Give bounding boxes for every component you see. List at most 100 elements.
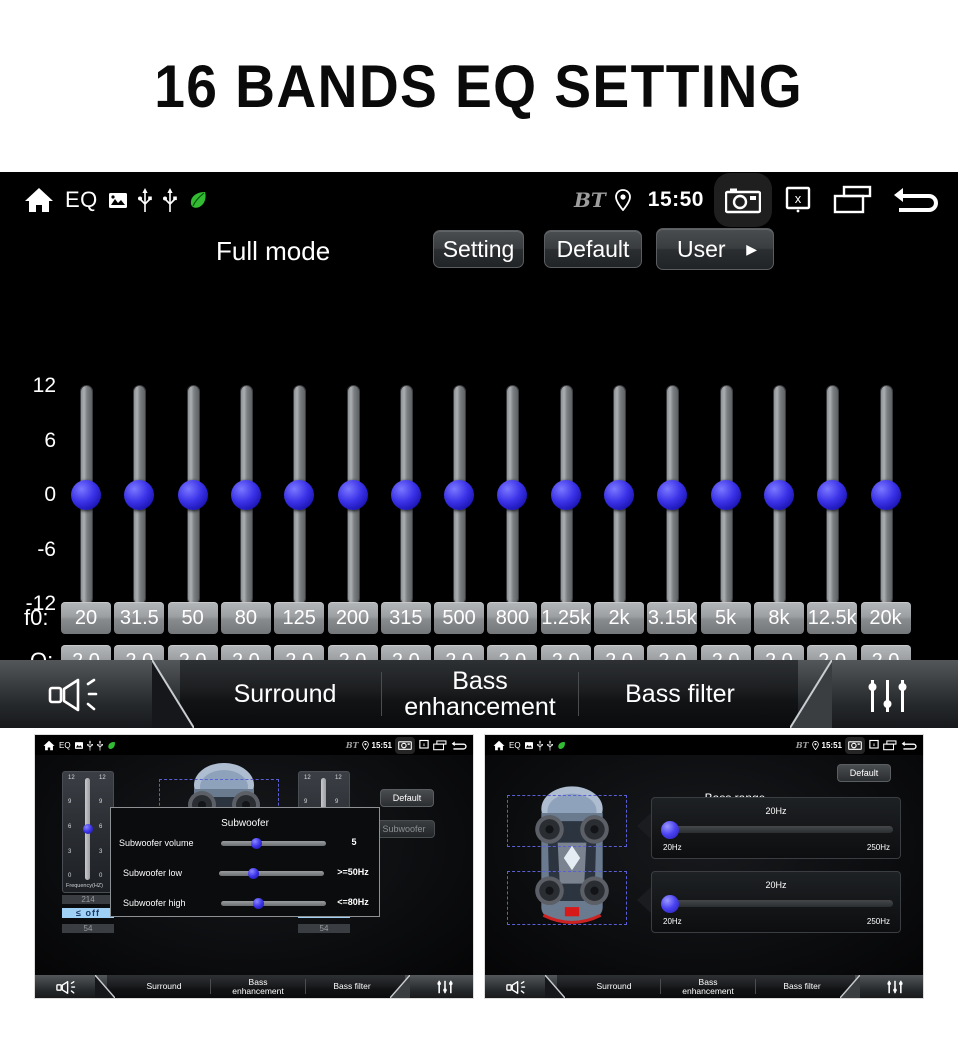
thumb-tab-divider <box>660 979 661 994</box>
equalizer-icon[interactable] <box>885 980 905 998</box>
f0-row-label: f0: <box>24 605 49 630</box>
thumb-body: 12 9 6 3 0 12 9 6 3 0 Frequency(HZ) 214 … <box>35 755 473 977</box>
dialog-row-track[interactable] <box>221 901 326 906</box>
screen-off-icon[interactable]: x <box>772 174 824 226</box>
slider-1-max-label: 250Hz <box>866 843 890 852</box>
f0-cell[interactable]: 8k <box>753 602 804 634</box>
speaker-icon[interactable] <box>55 981 81 998</box>
f0-cell[interactable]: 50 <box>167 602 218 634</box>
equalizer-icon[interactable] <box>435 980 455 998</box>
setting-button[interactable]: Setting <box>433 230 524 268</box>
slider-2-track[interactable] <box>663 900 893 907</box>
gauge-right-tick: 9 <box>335 799 339 805</box>
f0-cell[interactable]: 2k <box>594 602 644 634</box>
band-slider-knob[interactable] <box>657 480 688 510</box>
thumb-tab-bass-enhancement[interactable]: Bass enhancement <box>662 975 754 998</box>
y-axis-label: 0 <box>44 483 56 506</box>
bass-range-slider-2: 20Hz 20Hz 250Hz <box>651 871 901 933</box>
gauge-knob[interactable] <box>82 824 93 834</box>
back-icon[interactable] <box>882 174 952 226</box>
dialog-row-knob[interactable] <box>253 898 264 909</box>
f0-cell[interactable]: 125 <box>274 602 325 634</box>
thumb-tab-surround[interactable]: Surround <box>569 975 659 998</box>
band-slider-knob[interactable] <box>71 480 101 510</box>
bluetooth-label: BT <box>795 740 809 750</box>
f0-cell[interactable]: 12.5k <box>807 602 858 634</box>
band-slider-knob[interactable] <box>390 480 421 510</box>
leaf-icon[interactable] <box>188 190 208 210</box>
speaker-icon[interactable] <box>48 678 110 717</box>
camera-icon <box>395 736 415 754</box>
band-slider-knob[interactable] <box>337 480 368 510</box>
thumbnail-subwoofer[interactable]: EQ BT 15:51 x 12 9 6 3 0 12 9 6 3 0 Freq… <box>34 734 474 999</box>
thumb-tab-slope-right <box>390 975 410 998</box>
thumb-tab-bass-filter[interactable]: Bass filter <box>307 975 397 998</box>
f0-cell[interactable]: 80 <box>220 602 271 634</box>
dialog-row-track[interactable] <box>219 871 324 876</box>
location-pin-icon <box>361 740 369 750</box>
tab-bass-filter[interactable]: Bass filter <box>582 660 778 728</box>
dialog-row-knob[interactable] <box>251 838 262 849</box>
band-slider-knob[interactable] <box>497 480 528 510</box>
screen-off-icon: x <box>418 739 430 751</box>
band-slider-knob[interactable] <box>177 480 208 510</box>
band-slider-knob[interactable] <box>817 480 848 510</box>
thumb-default-button[interactable]: Default <box>380 789 434 807</box>
band-slider-knob[interactable] <box>124 480 155 510</box>
dialog-row-knob[interactable] <box>248 868 259 879</box>
slider-1-track[interactable] <box>663 826 893 833</box>
main-tab-bar: Surround Bass enhancement Bass filter <box>0 660 958 728</box>
slider-2-knob[interactable] <box>661 895 679 913</box>
home-icon[interactable] <box>24 186 54 214</box>
band-slider-knob[interactable] <box>763 480 794 510</box>
gauge-left-state[interactable]: ≤ off <box>62 908 114 918</box>
leaf-icon <box>107 741 116 750</box>
tab-surround[interactable]: Surround <box>190 660 380 728</box>
f0-cell[interactable]: 20 <box>61 602 111 634</box>
dialog-row-label: Subwoofer low <box>123 868 183 878</box>
thumb-tab-bass-enhancement[interactable]: Bass enhancement <box>212 975 304 998</box>
band-slider-knob[interactable] <box>870 480 901 510</box>
gauge-right-tick: 12 <box>335 775 342 781</box>
usb-icon[interactable] <box>137 188 152 212</box>
band-slider-knob[interactable] <box>444 480 475 510</box>
picture-icon[interactable] <box>108 192 127 208</box>
slider-1-current-value: 20Hz <box>765 806 787 816</box>
gauge-left[interactable]: 12 9 6 3 0 12 9 6 3 0 Frequency(HZ) <box>62 771 114 893</box>
user-button[interactable]: User ▶ <box>656 228 774 270</box>
band-slider-knob[interactable] <box>710 480 741 510</box>
tab-bass-enhancement[interactable]: Bass enhancement <box>385 660 575 728</box>
f0-cell[interactable]: 500 <box>434 602 485 634</box>
location-pin-icon[interactable] <box>606 174 640 226</box>
default-button[interactable]: Default <box>544 230 642 268</box>
bass-range-slider-1: 20Hz 20Hz 250Hz <box>651 797 901 859</box>
band-slider-knob[interactable] <box>284 480 315 510</box>
f0-cell[interactable]: 315 <box>380 602 431 634</box>
gauge-right-tick: 0 <box>99 873 103 879</box>
camera-icon[interactable] <box>714 173 772 227</box>
recent-apps-icon[interactable] <box>824 174 882 226</box>
usb-icon[interactable] <box>162 188 177 212</box>
equalizer-icon[interactable] <box>864 678 912 719</box>
thumb-default-button[interactable]: Default <box>837 764 891 782</box>
thumb-tab-surround[interactable]: Surround <box>119 975 209 998</box>
gauge-frequency-label: Frequency(HZ) <box>66 883 103 889</box>
f0-cell[interactable]: 200 <box>327 602 378 634</box>
slider-1-knob[interactable] <box>661 821 679 839</box>
gauge-right-tick: 9 <box>99 799 103 805</box>
band-slider-knob[interactable] <box>230 480 261 510</box>
thumb-subwoofer-button[interactable]: Subwoofer <box>373 820 435 838</box>
f0-cell[interactable]: 5k <box>700 602 751 634</box>
band-slider-knob[interactable] <box>550 480 581 510</box>
f0-cell[interactable]: 800 <box>487 602 538 634</box>
thumbnail-bass-range[interactable]: EQ BT 15:51 x Default Bass range <box>484 734 924 999</box>
f0-cell[interactable]: 31.5 <box>114 602 165 634</box>
f0-cell[interactable]: 3.15k <box>647 602 698 634</box>
thumb-tab-bass-filter[interactable]: Bass filter <box>757 975 847 998</box>
speaker-icon[interactable] <box>505 981 531 998</box>
usb-icon <box>536 739 543 751</box>
band-slider-knob[interactable] <box>604 480 634 510</box>
dialog-row-track[interactable] <box>221 841 326 846</box>
f0-cell[interactable]: 1.25k <box>540 602 591 634</box>
f0-cell[interactable]: 20k <box>860 602 911 634</box>
